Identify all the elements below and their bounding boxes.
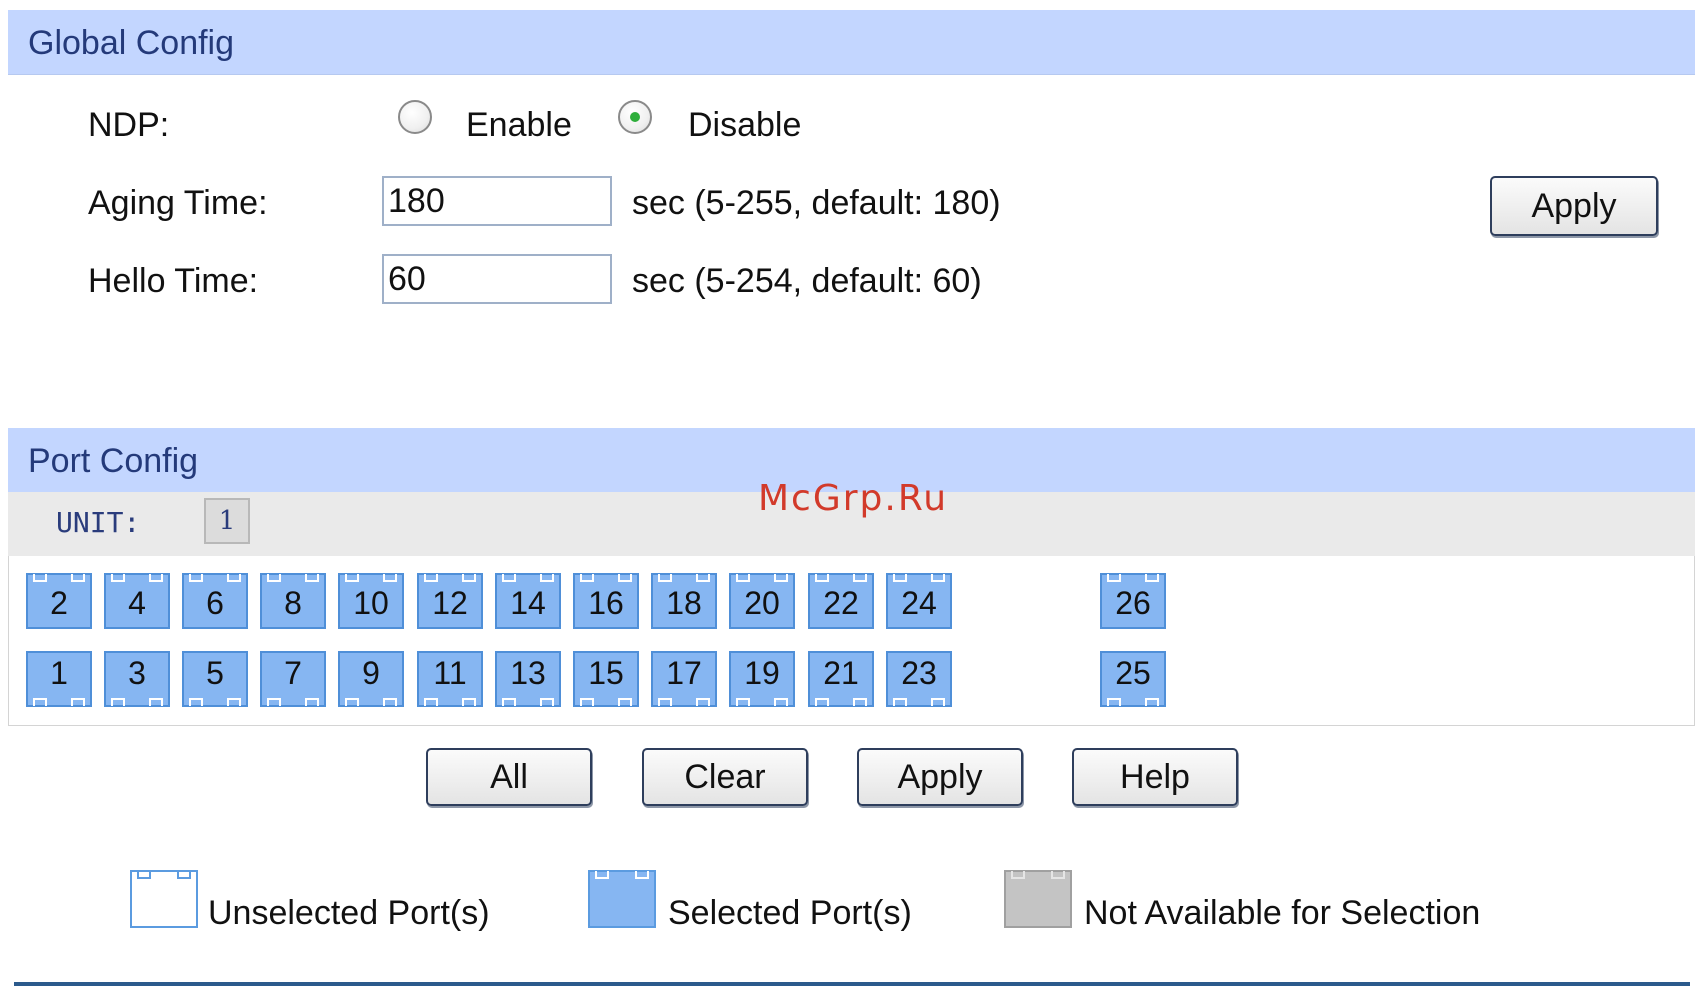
port-number: 13 [510,655,546,691]
select-all-button[interactable]: All [426,748,592,806]
ndp-enable-label: Enable [466,106,572,144]
port-number: 17 [666,655,702,691]
port-10[interactable]: 10 [338,573,404,629]
port-number: 4 [128,585,146,621]
port-17[interactable]: 17 [651,651,717,707]
port-14[interactable]: 14 [495,573,561,629]
port-5[interactable]: 5 [182,651,248,707]
port-number: 18 [666,585,702,621]
port-25[interactable]: 25 [1100,651,1166,707]
port-number: 7 [284,655,302,691]
hello-time-label: Hello Time: [88,262,259,300]
unselected-port-icon [130,870,198,928]
global-config-header: Global Config [8,10,1695,75]
port-12[interactable]: 12 [417,573,483,629]
port-number: 2 [50,585,68,621]
aging-time-input[interactable] [382,176,612,226]
port-number: 26 [1115,585,1151,621]
port-3[interactable]: 3 [104,651,170,707]
global-apply-button[interactable]: Apply [1490,176,1658,236]
port-number: 19 [744,655,780,691]
port-19[interactable]: 19 [729,651,795,707]
port-config-title: Port Config [28,442,199,480]
port-2[interactable]: 2 [26,573,92,629]
hello-time-hint: sec (5-254, default: 60) [632,262,982,300]
port-24[interactable]: 24 [886,573,952,629]
port-number: 25 [1115,655,1151,691]
port-number: 16 [588,585,624,621]
ndp-disable-label: Disable [688,106,802,144]
aging-time-label: Aging Time: [88,184,268,222]
global-config-title: Global Config [28,24,235,62]
unit-label: UNIT: [56,506,141,539]
port-number: 11 [433,655,467,691]
unit-1-button[interactable]: 1 [204,498,250,544]
port-22[interactable]: 22 [808,573,874,629]
port-4[interactable]: 4 [104,573,170,629]
port-number: 22 [823,585,859,621]
aging-time-hint: sec (5-255, default: 180) [632,184,1001,222]
port-number: 12 [432,585,468,621]
port-18[interactable]: 18 [651,573,717,629]
port-number: 6 [206,585,224,621]
port-6[interactable]: 6 [182,573,248,629]
watermark: McGrp.Ru [758,478,949,519]
port-number: 24 [901,585,937,621]
port-23[interactable]: 23 [886,651,952,707]
port-number: 3 [128,655,146,691]
port-21[interactable]: 21 [808,651,874,707]
port-9[interactable]: 9 [338,651,404,707]
port-number: 1 [50,655,68,691]
bottom-divider [14,982,1690,986]
port-16[interactable]: 16 [573,573,639,629]
port-20[interactable]: 20 [729,573,795,629]
ndp-disable-radio[interactable] [618,100,652,134]
port-15[interactable]: 15 [573,651,639,707]
port-number: 8 [284,585,302,621]
port-11[interactable]: 11 [417,651,483,707]
port-number: 23 [901,655,937,691]
port-number: 9 [362,655,380,691]
port-1[interactable]: 1 [26,651,92,707]
clear-button[interactable]: Clear [642,748,808,806]
port-13[interactable]: 13 [495,651,561,707]
unavailable-legend-label: Not Available for Selection [1084,894,1481,932]
port-number: 21 [823,655,859,691]
port-number: 15 [588,655,624,691]
ndp-label: NDP: [88,106,170,144]
selected-port-icon [588,870,656,928]
port-7[interactable]: 7 [260,651,326,707]
unselected-legend-label: Unselected Port(s) [208,894,490,932]
hello-time-input[interactable] [382,254,612,304]
ndp-enable-radio[interactable] [398,100,432,134]
port-8[interactable]: 8 [260,573,326,629]
port-number: 5 [206,655,224,691]
port-apply-button[interactable]: Apply [857,748,1023,806]
port-26[interactable]: 26 [1100,573,1166,629]
port-number: 20 [744,585,780,621]
selected-legend-label: Selected Port(s) [668,894,912,932]
unavailable-port-icon [1004,870,1072,928]
port-number: 10 [353,585,389,621]
help-button[interactable]: Help [1072,748,1238,806]
port-number: 14 [510,585,546,621]
